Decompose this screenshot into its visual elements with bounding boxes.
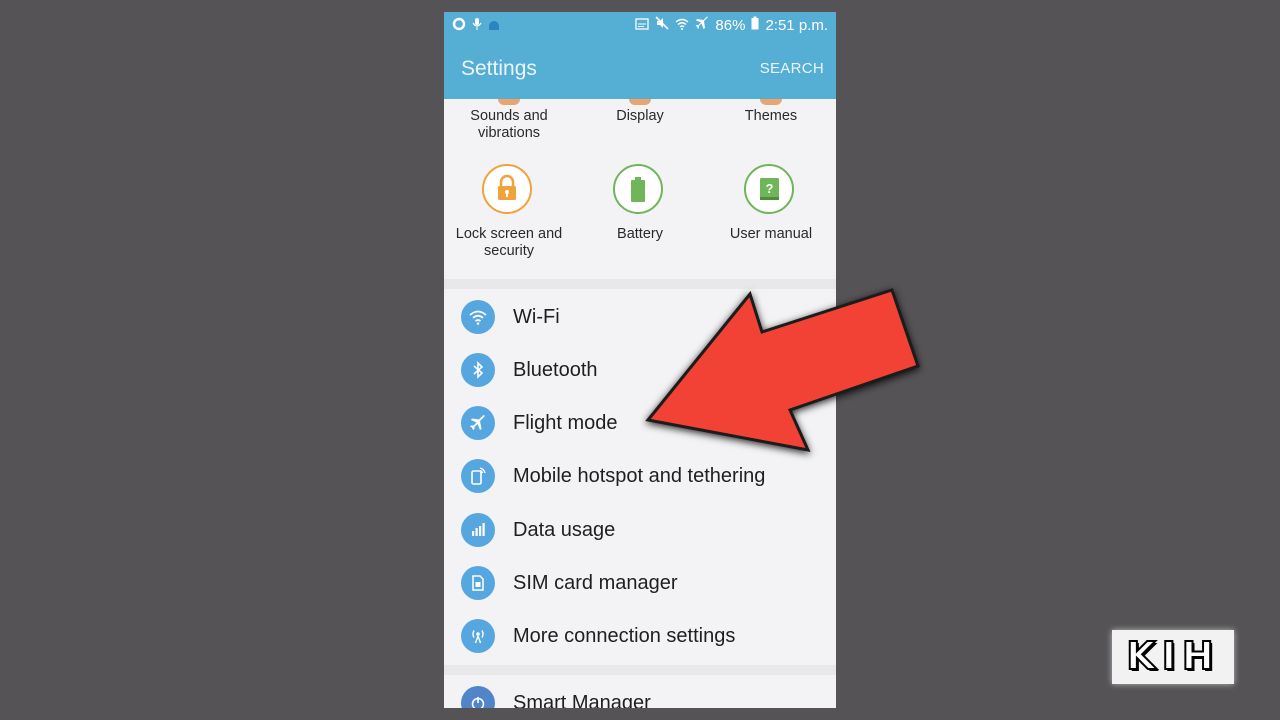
list-item-label: More connection settings (513, 625, 736, 647)
grid-label-line: User manual (729, 226, 813, 242)
list-item-label: Flight mode (513, 412, 618, 434)
circle-notification-icon (452, 17, 466, 35)
red-arrow-annotation (645, 288, 920, 453)
list-item-more-connections[interactable]: More connection settings (444, 610, 836, 663)
list-item-label: Data usage (513, 519, 616, 541)
grid-item-battery[interactable]: Battery (575, 164, 705, 274)
grid-label-line: Themes (744, 108, 798, 124)
grid-label-line: security (484, 243, 534, 259)
list-item-sim-manager[interactable]: SIM card manager (444, 557, 836, 610)
grid-label-line: Sounds and (470, 108, 548, 124)
svg-text:?: ? (766, 181, 774, 196)
grid-item-display[interactable]: Display (575, 108, 705, 125)
grid-label-line: Lock screen and (455, 226, 563, 242)
antenna-icon (461, 619, 495, 653)
channel-logo: KIH (1112, 630, 1234, 684)
lock-icon (482, 164, 532, 214)
airplane-icon (461, 406, 495, 440)
hotspot-icon (461, 459, 495, 493)
status-bar: 86% 2:51 p.m. (444, 12, 836, 38)
list-item-data-usage[interactable]: Data usage (444, 504, 836, 557)
smart-manager-icon (461, 686, 495, 708)
grid-item-lock-screen[interactable]: Lock screen and security (444, 164, 574, 274)
clock: 2:51 p.m. (765, 16, 828, 34)
grid-label: Battery (575, 226, 705, 243)
app-bar: Settings SEARCH (444, 38, 836, 99)
list-item-label: Mobile hotspot and tethering (513, 465, 766, 487)
cast-icon (635, 17, 650, 34)
grid-item-themes[interactable]: Themes (706, 108, 836, 125)
mute-icon (655, 16, 669, 34)
list-item-label: SIM card manager (513, 572, 678, 594)
list-item-label: Wi-Fi (513, 306, 560, 328)
mic-icon (472, 17, 482, 35)
logo-text: KIH (1125, 633, 1220, 679)
grid-label: Lock screen and security (444, 226, 574, 260)
wifi-icon (461, 300, 495, 334)
android-icon (488, 18, 500, 35)
battery-icon (751, 16, 759, 34)
list-item-label: Bluetooth (513, 359, 598, 381)
grid-label-line: Battery (617, 226, 663, 242)
grid-label-line: Display (616, 108, 664, 124)
display-icon (629, 99, 651, 105)
grid-label-line: vibrations (477, 125, 541, 141)
wifi-icon (675, 17, 689, 34)
sim-card-icon (461, 566, 495, 600)
battery-percent: 86% (715, 16, 746, 34)
bar-chart-icon (461, 513, 495, 547)
section-divider (444, 665, 836, 675)
search-button[interactable]: SEARCH (760, 60, 824, 77)
themes-icon (760, 99, 782, 105)
battery-icon (613, 164, 663, 214)
grid-label: User manual (706, 226, 836, 243)
help-book-icon: ? (744, 164, 794, 214)
bluetooth-icon (461, 353, 495, 387)
airplane-icon (695, 16, 709, 34)
grid-item-sounds[interactable]: Sounds and vibrations (444, 108, 574, 142)
grid-item-user-manual[interactable]: ? User manual (706, 164, 836, 274)
sounds-icon (498, 99, 520, 105)
page-title: Settings (461, 57, 537, 80)
list-item-smart-manager[interactable]: Smart Manager (444, 677, 836, 708)
list-item-label: Smart Manager (513, 692, 651, 708)
